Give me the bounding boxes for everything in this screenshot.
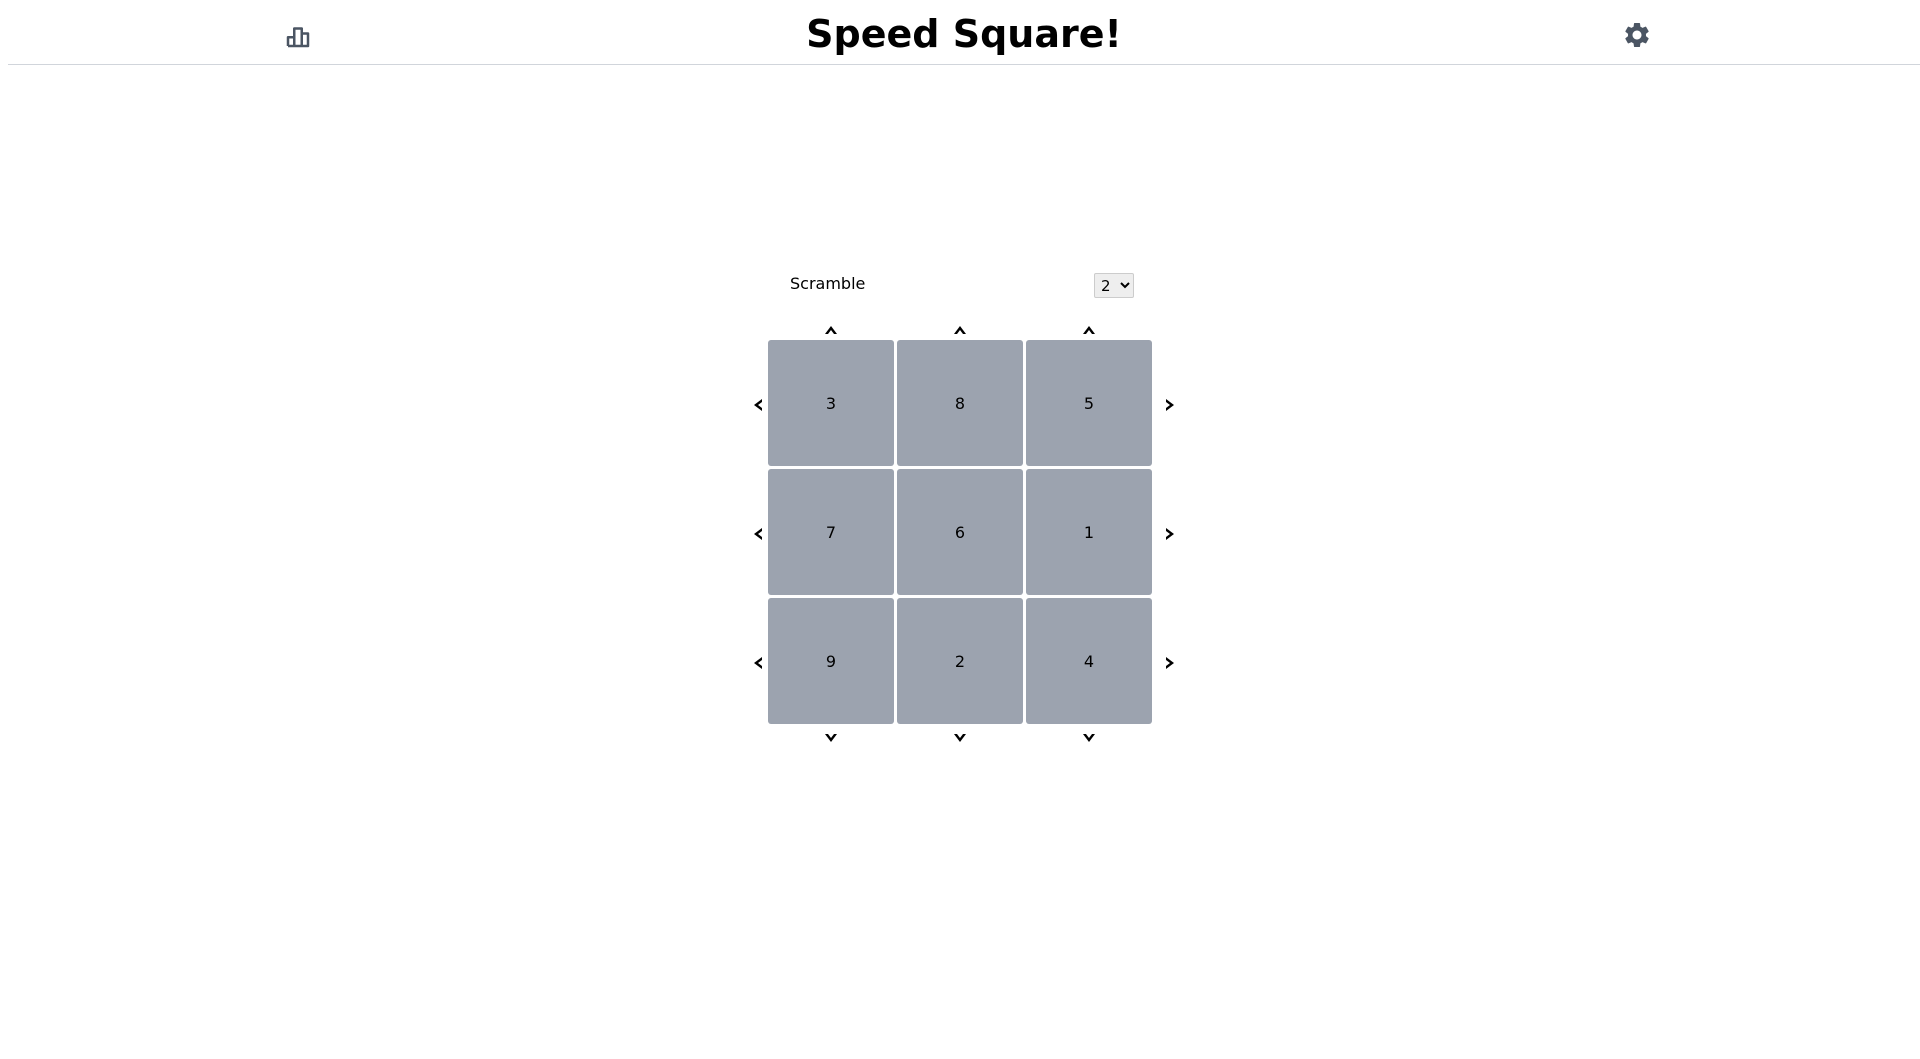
gear-icon bbox=[1625, 22, 1649, 47]
tile-number: 2 bbox=[954, 651, 966, 671]
chevron-left-icon bbox=[754, 657, 762, 669]
tile: 6 bbox=[897, 469, 1023, 595]
tile-number: 9 bbox=[825, 651, 837, 671]
tile-number: 4 bbox=[1083, 651, 1095, 671]
tile-number: 6 bbox=[954, 522, 966, 542]
row-3-left-arrow[interactable] bbox=[748, 654, 766, 672]
column-3-down-arrow[interactable] bbox=[1080, 730, 1098, 748]
chevron-down-icon bbox=[954, 734, 966, 742]
tile: 1 bbox=[1026, 469, 1152, 595]
tile-number: 1 bbox=[1083, 522, 1095, 542]
chevron-right-icon bbox=[1166, 657, 1174, 669]
column-3-up-arrow[interactable] bbox=[1080, 320, 1098, 338]
tile-number: 8 bbox=[954, 393, 966, 413]
column-2-down-arrow[interactable] bbox=[951, 730, 969, 748]
chevron-up-icon bbox=[825, 326, 837, 334]
chevron-left-icon bbox=[754, 399, 762, 411]
tile: 5 bbox=[1026, 340, 1152, 466]
column-2-up-arrow[interactable] bbox=[951, 320, 969, 338]
scramble-button[interactable]: Scramble bbox=[790, 274, 865, 294]
settings-button[interactable] bbox=[1622, 20, 1652, 50]
scramble-count-select[interactable]: 2 bbox=[1094, 273, 1134, 298]
column-1-down-arrow[interactable] bbox=[822, 730, 840, 748]
game-area: Scramble 2 3 8 5 7 6 1 9 2 4 bbox=[748, 270, 1180, 750]
tile: 2 bbox=[897, 598, 1023, 724]
column-1-up-arrow[interactable] bbox=[822, 320, 840, 338]
row-1-right-arrow[interactable] bbox=[1162, 396, 1180, 414]
row-3-right-arrow[interactable] bbox=[1162, 654, 1180, 672]
tile: 4 bbox=[1026, 598, 1152, 724]
chevron-right-icon bbox=[1166, 399, 1174, 411]
chevron-down-icon bbox=[825, 734, 837, 742]
row-2-left-arrow[interactable] bbox=[748, 525, 766, 543]
top-bar: Speed Square! bbox=[8, 0, 1920, 65]
chevron-right-icon bbox=[1166, 528, 1174, 540]
tile: 7 bbox=[768, 469, 894, 595]
tile-number: 3 bbox=[825, 393, 837, 413]
chevron-up-icon bbox=[1083, 326, 1095, 334]
tile: 8 bbox=[897, 340, 1023, 466]
scramble-controls: Scramble 2 bbox=[748, 270, 1180, 300]
row-1-left-arrow[interactable] bbox=[748, 396, 766, 414]
row-2-right-arrow[interactable] bbox=[1162, 525, 1180, 543]
tile-number: 7 bbox=[825, 522, 837, 542]
chevron-up-icon bbox=[954, 326, 966, 334]
chevron-left-icon bbox=[754, 528, 762, 540]
chevron-down-icon bbox=[1083, 734, 1095, 742]
puzzle-board: 3 8 5 7 6 1 9 2 4 bbox=[768, 340, 1160, 732]
tile-number: 5 bbox=[1083, 393, 1095, 413]
tile: 9 bbox=[768, 598, 894, 724]
tile: 3 bbox=[768, 340, 894, 466]
